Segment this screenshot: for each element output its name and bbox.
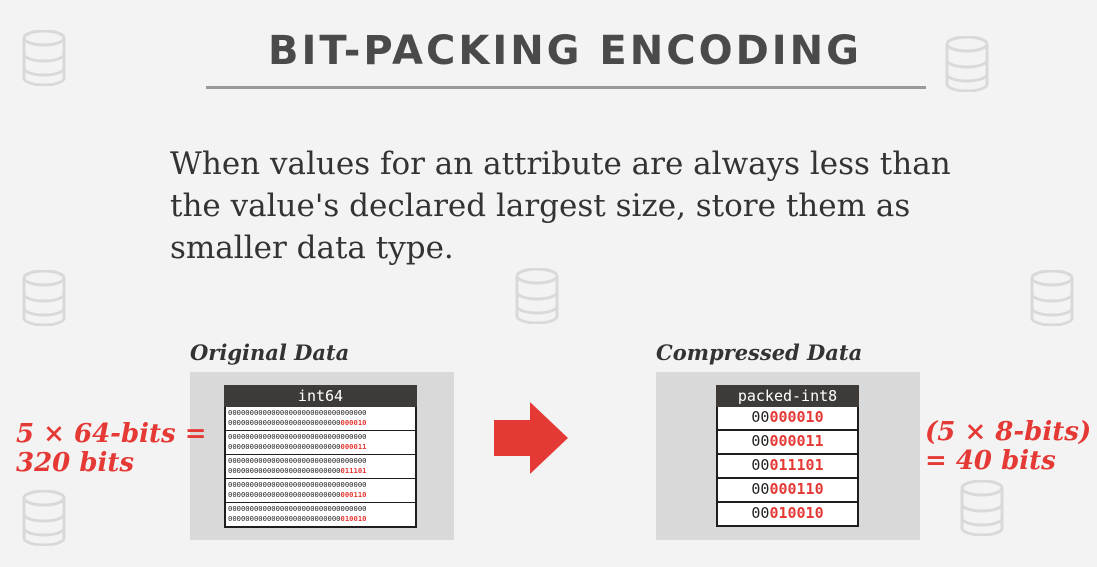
compressed-data-label: Compressed Data xyxy=(656,340,863,365)
original-size-calculation: 5 × 64-bits = 320 bits xyxy=(16,419,207,478)
database-icon xyxy=(22,490,66,546)
right-arrow-icon xyxy=(494,402,568,474)
table-row: 00000000000000000000000000000000 00000000… xyxy=(226,455,415,479)
table-row: 00011101 xyxy=(716,455,859,479)
database-icon xyxy=(22,270,66,326)
database-icon xyxy=(1030,270,1074,326)
original-data-panel: int64 00000000000000000000000000000000 00… xyxy=(190,372,454,540)
database-icon xyxy=(515,268,559,324)
table-row: 00000110 xyxy=(716,479,859,503)
table-row: 00000000000000000000000000000000 00000000… xyxy=(226,407,415,431)
slide-title: BIT-PACKING ENCODING xyxy=(267,28,862,74)
table-row: 00000000000000000000000000000000 00000000… xyxy=(226,479,415,503)
compressed-size-calculation: (5 × 8-bits) = 40 bits xyxy=(925,417,1092,476)
compressed-data-panel: packed-int8 00000010 00000011 00011101 0… xyxy=(656,372,920,540)
table-row: 00000010 xyxy=(716,407,859,431)
database-icon xyxy=(945,36,989,92)
title-underline xyxy=(206,86,926,89)
database-icon xyxy=(960,480,1004,536)
original-data-table: 00000000000000000000000000000000 00000000… xyxy=(224,407,417,528)
compressed-column-header: packed-int8 xyxy=(716,385,859,407)
table-row: 00000011 xyxy=(716,431,859,455)
original-data-label: Original Data xyxy=(190,340,350,365)
database-icon xyxy=(22,30,66,86)
table-row: 00000000000000000000000000000000 00000000… xyxy=(228,504,367,523)
table-row: 00010010 xyxy=(716,503,859,527)
original-column-header: int64 xyxy=(224,385,417,407)
slide-body-text: When values for an attribute are always … xyxy=(170,146,951,266)
compressed-data-table: 00000010 00000011 00011101 00000110 0001… xyxy=(716,407,859,527)
table-row: 00000000000000000000000000000000 00000000… xyxy=(226,431,415,455)
